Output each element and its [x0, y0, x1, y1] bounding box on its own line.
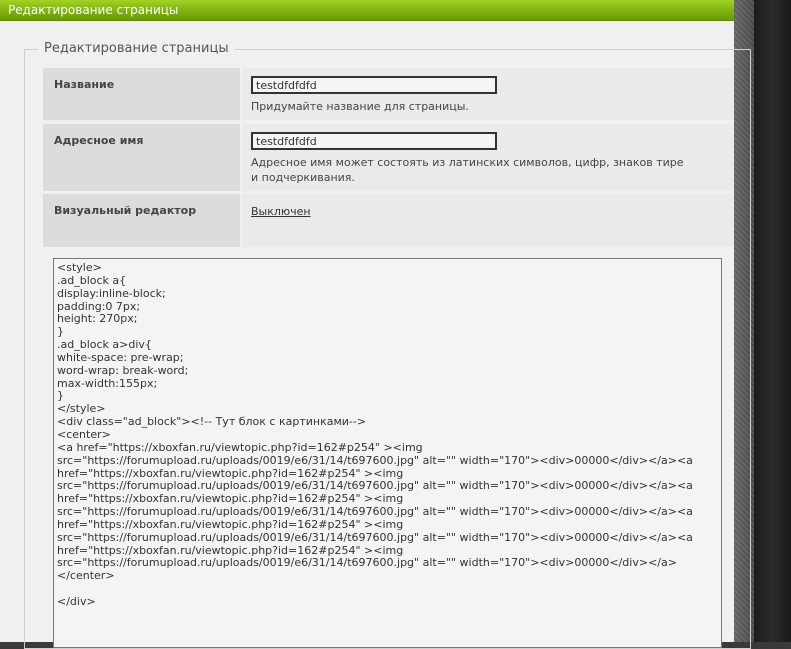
visual-editor-value-cell: Выключен	[242, 194, 734, 247]
field-row-address: Адресное имя Адресное имя может состоять…	[43, 124, 734, 191]
address-label: Адресное имя	[43, 124, 240, 191]
address-hint: Адресное имя может состоять из латинских…	[251, 156, 684, 184]
admin-panel: Редактирование страницы Редактирование с…	[0, 0, 751, 649]
page-header: Редактирование страницы	[0, 0, 734, 21]
scrollbar-track[interactable]	[754, 0, 791, 642]
name-label: Название	[43, 68, 240, 120]
address-value-cell: Адресное имя может состоять из латинских…	[242, 124, 734, 191]
field-row-visual-editor: Визуальный редактор Выключен	[43, 194, 734, 247]
fieldset-legend: Редактирование страницы	[38, 41, 235, 56]
address-input[interactable]	[251, 132, 497, 150]
name-value-cell: Придумайте название для страницы.	[242, 68, 734, 120]
content-textarea[interactable]: <style> .ad_block a{ display:inline-bloc…	[53, 258, 722, 648]
visual-editor-toggle-link[interactable]: Выключен	[251, 205, 311, 218]
content-text: <style> .ad_block a{ display:inline-bloc…	[57, 261, 693, 608]
field-row-name: Название Придумайте название для страниц…	[43, 68, 734, 120]
visual-editor-label: Визуальный редактор	[43, 194, 240, 247]
name-input[interactable]	[251, 76, 497, 94]
name-hint: Придумайте название для страницы.	[251, 100, 469, 113]
page-title: Редактирование страницы	[8, 3, 179, 17]
